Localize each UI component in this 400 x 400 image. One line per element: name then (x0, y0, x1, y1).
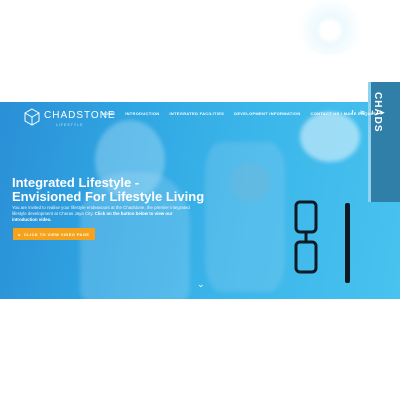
social-links: f in t ▶ (350, 110, 385, 116)
linkedin-icon[interactable]: in (360, 110, 365, 116)
plant-decoration (295, 0, 365, 55)
hero-description: You are invited to realise your lifestyl… (12, 205, 190, 223)
play-icon: ▸ (18, 231, 21, 237)
logo-cube-icon (24, 108, 40, 126)
chevron-down-icon[interactable]: ⌄ (197, 279, 205, 290)
youtube-icon[interactable]: ▶ (380, 110, 385, 116)
hero-title-line-1: Integrated Lifestyle - (12, 175, 140, 190)
photo-shadow (230, 162, 270, 202)
logo-tagline: LIFESTYLE (56, 123, 84, 127)
nav-item-development-information[interactable]: DEVELOPMENT INFORMATION (234, 111, 300, 116)
photo-light (300, 112, 360, 162)
hero-title: Integrated Lifestyle - Envisioned For Li… (12, 176, 222, 204)
site-logo[interactable]: CHADSTONE LIFESTYLE (24, 108, 115, 130)
nav-item-integrated-facilities[interactable]: INTEGRATED FACILITIES (169, 111, 224, 116)
hero-title-line-2: Envisioned For Lifestyle Living (12, 189, 205, 204)
view-video-button[interactable]: ▸ CLICK TO VIEW VIDEO PAGE (13, 228, 95, 240)
pen-decoration (345, 203, 350, 283)
view-video-button-label: CLICK TO VIEW VIDEO PAGE (23, 231, 90, 237)
nav-item-home[interactable]: HOME (102, 111, 115, 116)
twitter-icon[interactable]: t (370, 110, 375, 116)
eyeglasses-icon (294, 200, 318, 274)
facebook-icon[interactable]: f (350, 110, 355, 116)
nav-item-introduction[interactable]: INTRODUCTION (125, 111, 159, 116)
main-nav: HOME INTRODUCTION INTEGRATED FACILITIES … (102, 111, 378, 116)
